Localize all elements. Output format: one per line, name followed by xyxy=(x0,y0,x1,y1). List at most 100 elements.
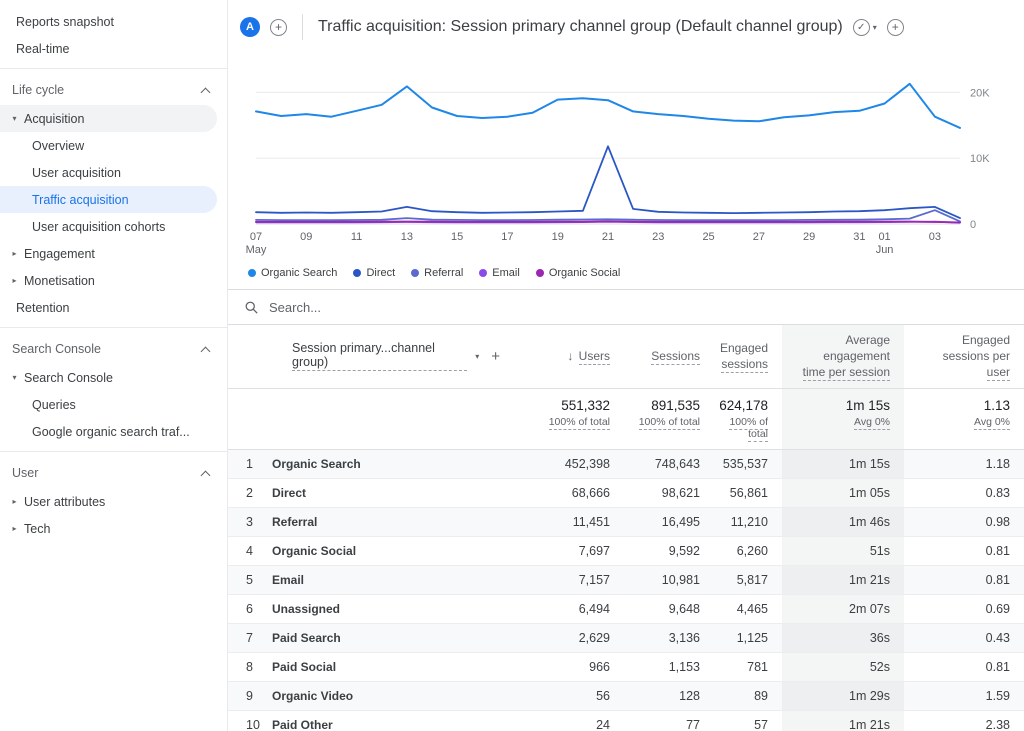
avatar-a[interactable]: A xyxy=(240,17,260,37)
total-caption-text: Avg 0% xyxy=(854,416,890,430)
column-header-users[interactable]: ↓ Users xyxy=(514,325,624,388)
caret-right-icon: ▸ xyxy=(5,276,24,285)
header-line: ↓ Users xyxy=(514,348,610,364)
header-line: time per session xyxy=(782,364,890,380)
sidebar-item-traffic-acquisition[interactable]: Traffic acquisition xyxy=(0,186,217,213)
metric-cell: 7,697 xyxy=(514,536,624,565)
legend-referral[interactable]: Referral xyxy=(411,267,463,279)
table-row: 1Organic Search452,398748,643535,5371m 1… xyxy=(228,449,1024,478)
x-axis-label: 07 xyxy=(250,231,262,243)
sidebar-section-search-console[interactable]: Search Console xyxy=(0,334,227,364)
channel-cell: Organic Social xyxy=(262,536,514,565)
header-line: Sessions xyxy=(624,348,700,364)
sidebar-item-user-acquisition[interactable]: User acquisition xyxy=(0,159,217,186)
total-caption: 100% of total xyxy=(714,416,768,440)
sidebar-item-engagement[interactable]: ▸Engagement xyxy=(0,240,217,267)
table-row: 8Paid Social9661,15378152s0.81 xyxy=(228,652,1024,681)
add-comparison-icon[interactable]: + xyxy=(270,19,287,36)
channel-name: Unassigned xyxy=(272,602,340,616)
legend-email[interactable]: Email xyxy=(479,267,520,279)
channel-name: Paid Social xyxy=(272,660,336,674)
legend-label: Referral xyxy=(424,267,463,279)
column-header-sessions[interactable]: Sessions xyxy=(624,325,714,388)
channel-name: Referral xyxy=(272,515,317,529)
data-quality-caret-icon[interactable]: ▾ xyxy=(873,23,877,32)
header-line: Average engagement xyxy=(782,332,890,364)
sidebar-section-user[interactable]: User xyxy=(0,458,227,488)
sidebar-item-queries[interactable]: Queries xyxy=(0,391,217,418)
sidebar-item-acquisition[interactable]: ▾Acquisition xyxy=(0,105,217,132)
sidebar-item-label: Overview xyxy=(32,139,84,153)
metric-cell: 89 xyxy=(714,681,782,710)
metric-cell: 10,981 xyxy=(624,565,714,594)
metric-cell: 5,817 xyxy=(714,565,782,594)
metric-cell: 9,592 xyxy=(624,536,714,565)
channel-cell: Organic Search xyxy=(262,449,514,478)
dimension-header-label: Session primary...channel group) xyxy=(292,341,467,371)
sidebar-item-monetisation[interactable]: ▸Monetisation xyxy=(0,267,217,294)
metric-cell: 68,666 xyxy=(514,478,624,507)
metric-cell: 0.43 xyxy=(904,623,1024,652)
sidebar-item-search-console[interactable]: ▾Search Console xyxy=(0,364,217,391)
column-header-average-engagement-time-per-session[interactable]: Average engagementtime per session xyxy=(782,325,904,388)
header-line: Engaged xyxy=(904,332,1010,348)
sidebar-item-retention[interactable]: Retention xyxy=(0,294,217,321)
sidebar-section-life-cycle[interactable]: Life cycle xyxy=(0,75,227,105)
y-axis-label: 0 xyxy=(970,219,976,231)
metric-cell: 1m 46s xyxy=(782,507,904,536)
add-dimension-button[interactable]: + xyxy=(491,348,500,365)
sidebar-item-user-attributes[interactable]: ▸User attributes xyxy=(0,488,217,515)
header-divider xyxy=(302,14,303,40)
metric-cell: 11,451 xyxy=(514,507,624,536)
sidebar-item-overview[interactable]: Overview xyxy=(0,132,217,159)
total-value: 1m 15s xyxy=(782,398,890,413)
caret-down-icon: ▾ xyxy=(5,114,24,123)
metric-cell: 0.81 xyxy=(904,536,1024,565)
sidebar-item-google-organic-search-traf[interactable]: Google organic search traf... xyxy=(0,418,217,445)
add-comparison-right-icon[interactable]: + xyxy=(887,19,904,36)
referral-dot-icon xyxy=(411,269,419,277)
header-text: user xyxy=(987,365,1010,381)
email-dot-icon xyxy=(479,269,487,277)
organic-social-dot-icon xyxy=(536,269,544,277)
row-number: 1 xyxy=(228,449,262,478)
sidebar-item-label: User acquisition cohorts xyxy=(32,220,165,234)
column-header-engaged-sessions[interactable]: Engagedsessions xyxy=(714,325,782,388)
sidebar-item-label: Real-time xyxy=(16,42,70,56)
header-line: Engaged xyxy=(714,340,768,356)
dimension-dropdown-icon[interactable]: ▾ xyxy=(475,352,479,361)
data-quality-check-icon[interactable]: ✓ xyxy=(853,19,870,36)
header-text: Engaged xyxy=(962,333,1010,347)
legend-organic-social[interactable]: Organic Social xyxy=(536,267,621,279)
sort-desc-icon: ↓ xyxy=(567,349,576,363)
search-input[interactable] xyxy=(269,300,589,315)
column-header-engaged-sessions-per-user[interactable]: Engagedsessions peruser xyxy=(904,325,1024,388)
sidebar-item-reports-snapshot[interactable]: Reports snapshot xyxy=(0,8,217,35)
header-text: Engaged xyxy=(720,341,768,355)
legend-organic-search[interactable]: Organic Search xyxy=(248,267,337,279)
x-axis-label: 11 xyxy=(351,231,362,243)
chevron-up-icon xyxy=(201,470,211,480)
x-axis-label: 21 xyxy=(602,231,614,243)
legend-direct[interactable]: Direct xyxy=(353,267,395,279)
metric-cell: 748,643 xyxy=(624,449,714,478)
channel-name: Paid Search xyxy=(272,631,341,645)
totals-empty xyxy=(262,388,514,449)
table-row: 5Email7,15710,9815,8171m 21s0.81 xyxy=(228,565,1024,594)
metric-cell: 52s xyxy=(782,652,904,681)
channel-name: Email xyxy=(272,573,304,587)
metric-cell: 57 xyxy=(714,710,782,731)
page-title: Traffic acquisition: Session primary cha… xyxy=(318,18,843,36)
total-caption-text: 100% of total xyxy=(729,416,768,442)
total-cell: 1m 15s Avg 0% xyxy=(782,388,904,449)
table-search-bar[interactable] xyxy=(228,289,1024,325)
sidebar-item-real-time[interactable]: Real-time xyxy=(0,35,217,62)
metric-cell: 1m 29s xyxy=(782,681,904,710)
dimension-header[interactable]: Session primary...channel group) ▾ + xyxy=(262,325,514,388)
report-header: A + Traffic acquisition: Session primary… xyxy=(228,0,1024,54)
sidebar-item-tech[interactable]: ▸Tech xyxy=(0,515,217,542)
sidebar-item-label: Queries xyxy=(32,398,76,412)
metric-cell: 0.81 xyxy=(904,565,1024,594)
total-caption: Avg 0% xyxy=(904,416,1010,428)
sidebar-item-user-acquisition-cohorts[interactable]: User acquisition cohorts xyxy=(0,213,217,240)
